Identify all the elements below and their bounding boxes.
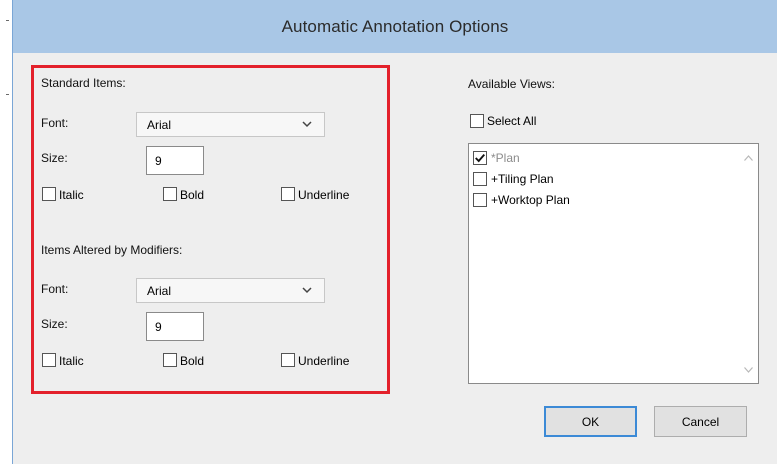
cancel-button[interactable]: Cancel <box>654 406 747 437</box>
ok-button[interactable]: OK <box>544 406 637 437</box>
standard-italic-checkbox[interactable] <box>42 187 56 201</box>
standard-italic-label: Italic <box>59 188 84 202</box>
modifiers-size-value: 9 <box>155 320 162 334</box>
modifiers-bold-label: Bold <box>180 354 205 368</box>
modifiers-bold-checkbox[interactable] <box>163 353 177 367</box>
modifiers-font-value: Arial <box>147 284 172 298</box>
edge-mark <box>6 20 9 21</box>
title-bar[interactable]: Automatic Annotation Options <box>13 0 777 53</box>
select-all-checkbox[interactable] <box>470 114 484 128</box>
standard-size-value: 9 <box>155 154 162 168</box>
views-listbox[interactable]: *Plan +Tiling Plan +Worktop Plan <box>468 143 759 384</box>
standard-bold-label: Bold <box>180 188 205 202</box>
view-label: *Plan <box>491 151 520 165</box>
edge-mark <box>6 94 9 95</box>
modifiers-font-select[interactable]: Arial <box>136 278 325 303</box>
annotation-options-dialog: Automatic Annotation Options Standard It… <box>12 0 777 464</box>
checkmark-icon <box>475 153 485 163</box>
view-label: +Tiling Plan <box>491 172 554 186</box>
modifiers-heading: Items Altered by Modifiers: <box>41 243 183 257</box>
list-item[interactable]: *Plan <box>473 150 520 166</box>
standard-size-input[interactable]: 9 <box>146 146 204 175</box>
chevron-down-icon <box>302 121 312 128</box>
standard-font-label: Font: <box>41 116 69 130</box>
standard-font-value: Arial <box>147 118 172 132</box>
modifiers-italic-label: Italic <box>59 354 84 368</box>
dialog-title: Automatic Annotation Options <box>281 16 509 36</box>
view-label: +Worktop Plan <box>491 193 570 207</box>
standard-size-label: Size: <box>41 151 68 165</box>
list-item[interactable]: +Worktop Plan <box>473 192 570 208</box>
background-window-edge <box>0 0 12 464</box>
modifiers-italic-checkbox[interactable] <box>42 353 56 367</box>
chevron-down-icon <box>302 287 312 294</box>
standard-underline-label: Underline <box>298 188 350 202</box>
standard-font-select[interactable]: Arial <box>136 112 325 137</box>
modifiers-underline-checkbox[interactable] <box>281 353 295 367</box>
list-item[interactable]: +Tiling Plan <box>473 171 554 187</box>
modifiers-underline-label: Underline <box>298 354 350 368</box>
view-checkbox-tiling-plan[interactable] <box>473 172 487 186</box>
available-views-heading: Available Views: <box>468 77 555 91</box>
view-checkbox-plan[interactable] <box>473 151 487 165</box>
standard-underline-checkbox[interactable] <box>281 187 295 201</box>
standard-bold-checkbox[interactable] <box>163 187 177 201</box>
view-checkbox-worktop-plan[interactable] <box>473 193 487 207</box>
chevron-down-icon[interactable] <box>743 366 754 374</box>
modifiers-size-label: Size: <box>41 317 68 331</box>
listbox-scrollbar[interactable] <box>740 145 757 382</box>
chevron-up-icon[interactable] <box>743 154 754 162</box>
modifiers-font-label: Font: <box>41 282 69 296</box>
select-all-label: Select All <box>487 114 537 128</box>
modifiers-size-input[interactable]: 9 <box>146 312 204 341</box>
standard-items-heading: Standard Items: <box>41 76 126 90</box>
